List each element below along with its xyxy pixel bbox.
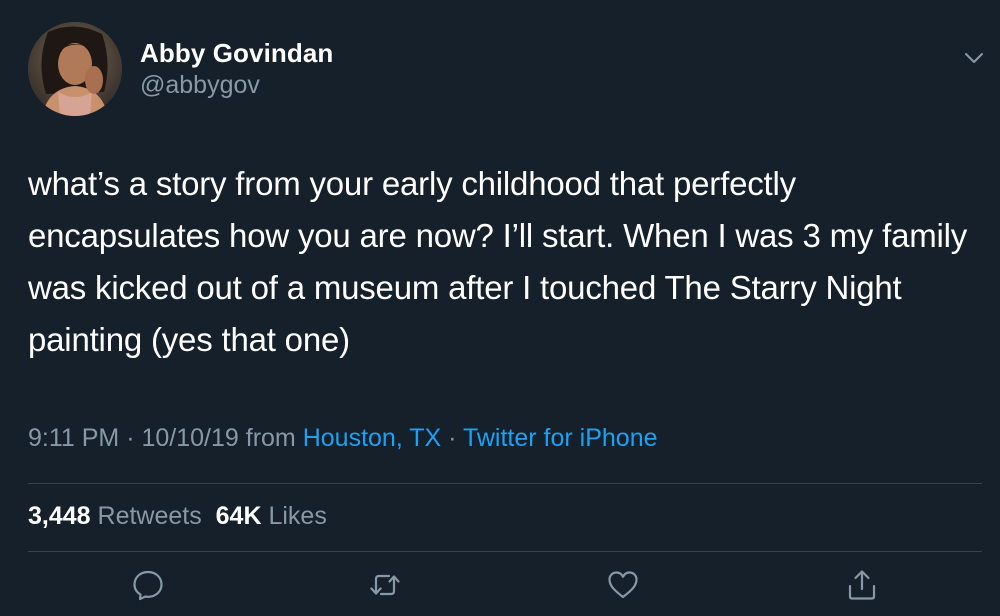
likes-label: Likes [268,502,327,530]
meta-from: from [238,424,303,452]
tweet-meta: 9:11 PM · 10/10/19 from Houston, TX · Tw… [28,424,658,453]
chevron-down-icon[interactable] [962,48,986,68]
divider [28,483,982,484]
meta-separator: · [119,424,142,452]
author-handle[interactable]: @abbygov [140,71,260,100]
tweet-card: Abby Govindan @abbygov what’s a story fr… [0,0,1000,616]
location-link[interactable]: Houston, TX [303,424,442,452]
meta-separator: · [441,424,463,452]
share-icon[interactable] [845,568,879,602]
likes-count: 64K [215,502,262,530]
retweets-count: 3,448 [28,502,91,530]
tweet-date: 10/10/19 [141,424,239,452]
likes-stat[interactable]: 64K Likes [216,502,327,530]
retweet-icon[interactable] [368,568,402,602]
avatar[interactable] [28,22,122,116]
reply-icon[interactable] [131,568,165,602]
retweets-label: Retweets [97,502,202,530]
author-name[interactable]: Abby Govindan [140,38,333,69]
source-link[interactable]: Twitter for iPhone [463,424,658,452]
tweet-time: 9:11 PM [28,424,120,452]
heart-icon[interactable] [606,568,640,602]
retweets-stat[interactable]: 3,448 Retweets [28,502,202,530]
divider [28,551,982,552]
tweet-text: what’s a story from your early childhood… [28,165,968,358]
tweet-stats: 3,448 Retweets 64K Likes [28,502,327,531]
